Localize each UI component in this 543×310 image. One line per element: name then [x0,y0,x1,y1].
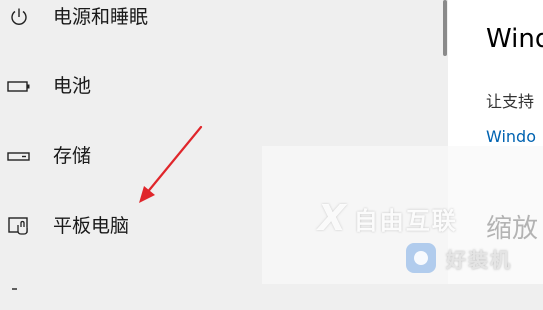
watermark-logo: X 自由互联 [318,197,518,239]
description-text: 让支持 [486,92,535,111]
watermark-badge-icon [406,243,436,273]
sidebar-item-label: 平板电脑 [53,215,130,237]
sidebar-item-label: 电池 [53,75,92,97]
storage-icon [7,144,31,168]
power-icon [7,5,31,29]
sidebar-item-partial[interactable] [0,262,300,310]
sidebar-item-label: 存储 [53,145,92,167]
sidebar-item-battery[interactable]: 电池 [0,62,300,110]
battery-icon [7,74,31,98]
sidebar-item-power-sleep[interactable]: 电源和睡眠 [0,0,300,41]
sidebar-item-tablet-mode[interactable]: 平板电脑 [0,202,300,250]
page-title: Wind [486,24,543,54]
help-link[interactable]: Windo [486,127,536,147]
tablet-mode-icon [7,214,31,238]
watermark-brand-text: 自由互联 [353,206,458,235]
sidebar-item-label: 电源和睡眠 [53,6,149,28]
sidebar-item-storage[interactable]: 存储 [0,132,300,180]
partial-icon [7,274,31,298]
watermark-secondary: 好装机 [406,238,543,278]
watermark-brand-mark: X [318,197,346,239]
watermark-secondary-text: 好装机 [446,247,512,272]
sidebar-scrollbar[interactable] [443,0,447,56]
